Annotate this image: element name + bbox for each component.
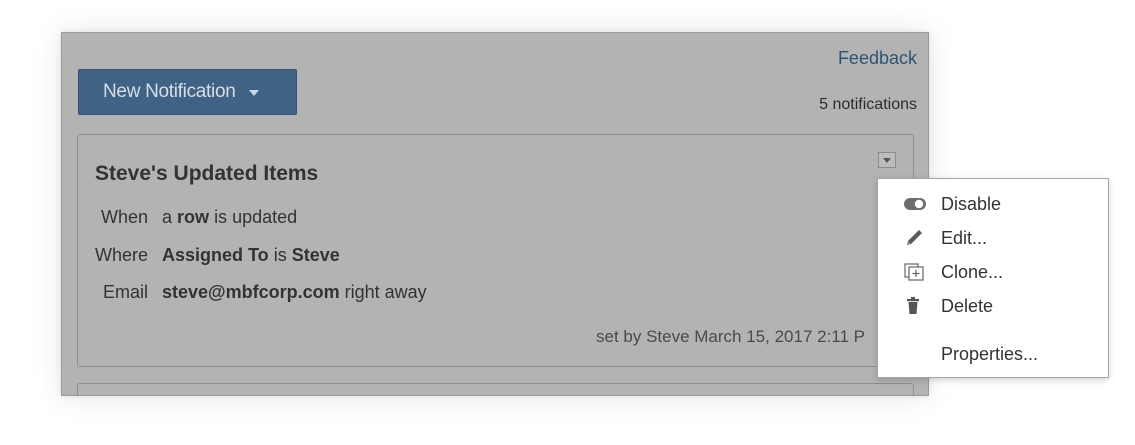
email-row: Email steve@mbfcorp.com right away: [78, 282, 678, 304]
clone-icon: [904, 263, 924, 281]
where-value: Assigned To is Steve: [162, 245, 340, 266]
new-notification-label: New Notification: [103, 81, 236, 102]
menu-item-disable[interactable]: Disable: [878, 189, 1108, 219]
trash-icon: [907, 297, 919, 314]
card-context-menu: Disable Edit... Clone... Delete Properti…: [877, 178, 1109, 378]
chevron-down-icon: [249, 90, 260, 96]
when-subject: row: [177, 207, 210, 227]
notification-card-next: [77, 383, 914, 395]
when-value: a row is updated: [162, 207, 297, 228]
where-target: Steve: [291, 245, 340, 265]
when-row: When a row is updated: [78, 207, 678, 229]
menu-item-label: Disable: [941, 193, 1002, 214]
new-notification-button[interactable]: New Notification: [78, 69, 297, 115]
notification-card: Steve's Updated Items When a row is upda…: [77, 134, 914, 367]
email-value: steve@mbfcorp.com right away: [162, 282, 427, 303]
notification-title: Steve's Updated Items: [95, 162, 319, 185]
feedback-link[interactable]: Feedback: [838, 48, 917, 69]
menu-item-label: Properties...: [941, 343, 1039, 364]
when-label: When: [100, 207, 148, 227]
email-timing: right away: [344, 282, 427, 302]
email-address: steve@mbfcorp.com: [162, 282, 340, 302]
menu-item-label: Clone...: [941, 261, 1004, 282]
where-label: Where: [94, 245, 148, 265]
menu-item-edit[interactable]: Edit...: [878, 223, 1108, 253]
notification-count: 5 notifications: [819, 96, 917, 113]
where-operator: is: [273, 245, 287, 265]
menu-item-label: Edit...: [941, 227, 988, 248]
when-prefix: a: [162, 207, 173, 227]
notifications-panel: Feedback New Notification 5 notification…: [61, 32, 929, 396]
toggle-icon: [904, 198, 926, 210]
where-field: Assigned To: [162, 245, 269, 265]
notification-meta: set by Steve March 15, 2017 2:11 P: [596, 327, 866, 346]
card-menu-button[interactable]: [878, 152, 896, 168]
pencil-icon: [907, 230, 922, 245]
when-suffix: is updated: [214, 207, 298, 227]
menu-item-delete[interactable]: Delete: [878, 291, 1108, 321]
email-label: Email: [102, 282, 148, 302]
menu-item-properties[interactable]: Properties...: [878, 339, 1108, 369]
menu-item-clone[interactable]: Clone...: [878, 257, 1108, 287]
where-row: Where Assigned To is Steve: [78, 245, 678, 267]
menu-item-label: Delete: [941, 295, 994, 316]
